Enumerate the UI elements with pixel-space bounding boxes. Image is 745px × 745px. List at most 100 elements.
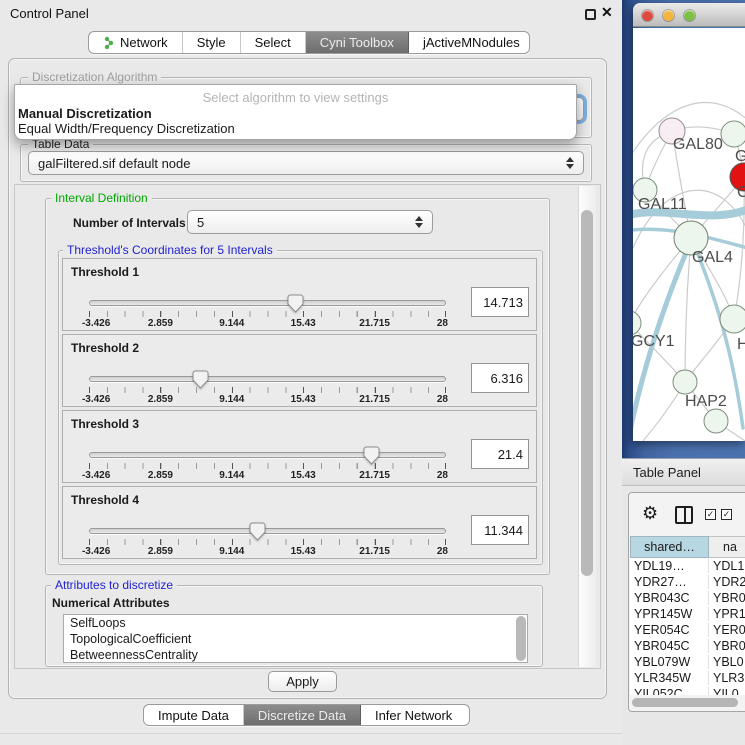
cell[interactable]: YLR3	[709, 671, 745, 685]
cell[interactable]: YPR1	[709, 607, 745, 621]
network-node[interactable]	[721, 121, 745, 147]
network-canvas[interactable]: GAL80 GA C GAL11 GAL4 GCY1 H HAP2	[633, 28, 745, 441]
apply-button[interactable]: Apply	[268, 671, 337, 692]
tick-label: -3.426	[82, 470, 110, 481]
threshold-3-label: Threshold 3	[71, 417, 139, 431]
cell[interactable]: YPR145W	[630, 607, 709, 621]
table-row[interactable]: YIL052CYIL0	[630, 686, 745, 695]
tab-jactivemnodules[interactable]: jActiveMNodules	[409, 32, 530, 53]
close-traffic-light-icon[interactable]	[642, 10, 653, 21]
tick-label: 15.43	[291, 318, 316, 329]
list-scrollbar-thumb[interactable]	[516, 616, 526, 661]
threshold-3-slider[interactable]: -3.426 2.859 9.144 15.43 21.715 28	[89, 447, 446, 483]
slider-ticks	[89, 539, 446, 545]
tick-label: 9.144	[219, 470, 244, 481]
slider-track[interactable]	[89, 376, 446, 382]
split-view-icon[interactable]	[675, 506, 693, 524]
vertical-scrollbar-thumb[interactable]	[581, 210, 593, 576]
slider-track[interactable]	[89, 452, 446, 458]
table-row[interactable]: YBL079WYBL0	[630, 654, 745, 670]
cell[interactable]: YBL079W	[630, 655, 709, 669]
tab-select[interactable]: Select	[241, 32, 306, 53]
cell[interactable]: YBL0	[709, 655, 745, 669]
table-row[interactable]: YDL19…YDL1	[630, 558, 745, 574]
table-row[interactable]: YER054CYER0	[630, 622, 745, 638]
tick-label: 28	[437, 394, 448, 405]
threshold-3-panel: Threshold 3 -3.426 2.859 9.144 15.43 21.…	[62, 410, 537, 483]
slider-ticks	[89, 463, 446, 469]
cell[interactable]: YIL0	[709, 687, 745, 695]
checkbox-icon[interactable]: ✓	[705, 509, 716, 520]
tick-label: 2.859	[148, 546, 173, 557]
tab-style[interactable]: Style	[183, 32, 241, 53]
close-icon[interactable]: ✕	[601, 4, 613, 21]
cell[interactable]: YER054C	[630, 623, 709, 637]
zoom-traffic-light-icon[interactable]	[684, 10, 695, 21]
cell[interactable]: YIL052C	[630, 687, 709, 695]
list-item[interactable]: BetweennessCentrality	[64, 647, 527, 663]
column-header-name[interactable]: na	[709, 536, 745, 558]
threshold-1-value-field[interactable]: 14.713	[471, 287, 529, 317]
table-data-combobox[interactable]: galFiltered.sif default node	[28, 151, 584, 175]
tab-infer-network[interactable]: Infer Network	[361, 705, 466, 725]
tab-jactivemnodules-label: jActiveMNodules	[423, 35, 520, 50]
number-of-intervals-combobox[interactable]: 5	[187, 210, 433, 234]
tab-impute-data-label: Impute Data	[158, 708, 229, 723]
cell[interactable]: YDR27…	[630, 575, 709, 589]
network-node-gcy1[interactable]	[633, 311, 641, 335]
list-item[interactable]: TopologicalCoefficient	[64, 631, 527, 647]
table-row[interactable]: YLR345WYLR3	[630, 670, 745, 686]
cell[interactable]: YER0	[709, 623, 745, 637]
tab-cyni-toolbox[interactable]: Cyni Toolbox	[306, 32, 409, 53]
network-icon	[103, 36, 115, 50]
checkbox-icon[interactable]: ✓	[721, 509, 732, 520]
table-row[interactable]: YPR145WYPR1	[630, 606, 745, 622]
cell[interactable]: YDL19…	[630, 559, 709, 573]
slider-track[interactable]	[89, 528, 446, 534]
table-row[interactable]: YDR27…YDR2	[630, 574, 745, 590]
tick-label: 28	[437, 318, 448, 329]
network-node[interactable]	[704, 409, 728, 433]
tick-label: 2.859	[148, 394, 173, 405]
slider-track[interactable]	[89, 300, 446, 306]
gear-icon[interactable]: ⚙	[642, 503, 658, 524]
threshold-2-slider[interactable]: -3.426 2.859 9.144 15.43 21.715 28	[89, 371, 446, 407]
threshold-2-value-field[interactable]: 6.316	[471, 363, 529, 393]
list-item[interactable]: SelfLoops	[64, 615, 527, 631]
cell[interactable]: YBR045C	[630, 639, 709, 653]
tab-impute-data[interactable]: Impute Data	[144, 705, 244, 725]
tick-label: 15.43	[291, 546, 316, 557]
thresholds-group-title: Threshold's Coordinates for 5 Intervals	[63, 243, 277, 257]
node-label-gal11: GAL11	[638, 196, 687, 214]
popup-option-equal-width[interactable]: Equal Width/Frequency Discretization	[18, 121, 235, 136]
network-node[interactable]	[720, 305, 745, 333]
threshold-1-slider[interactable]: -3.426 2.859 9.144 15.43 21.715 28	[89, 295, 446, 331]
cell[interactable]: YLR345W	[630, 671, 709, 685]
cell[interactable]: YDL1	[709, 559, 745, 573]
threshold-4-value-field[interactable]: 11.344	[471, 515, 529, 545]
cell[interactable]: YBR0	[709, 639, 745, 653]
table-row[interactable]: YBR045CYBR0	[630, 638, 745, 654]
tick-label: 15.43	[291, 470, 316, 481]
threshold-4-panel: Threshold 4 -3.426 2.859 9.144 15.43 21.…	[62, 486, 537, 559]
tab-network[interactable]: Network	[89, 32, 183, 53]
tick-label: 15.43	[291, 394, 316, 405]
cell[interactable]: YBR043C	[630, 591, 709, 605]
tab-discretize-data[interactable]: Discretize Data	[244, 705, 361, 725]
tick-label: 2.859	[148, 470, 173, 481]
float-window-icon[interactable]	[585, 9, 596, 20]
bottom-tab-bar: Impute Data Discretize Data Infer Networ…	[143, 704, 470, 726]
threshold-4-label: Threshold 4	[71, 493, 139, 507]
table-row[interactable]: YBR043CYBR0	[630, 590, 745, 606]
number-of-intervals-value: 5	[197, 215, 204, 230]
column-header-shared[interactable]: shared…	[630, 536, 709, 558]
threshold-4-slider[interactable]: -3.426 2.859 9.144 15.43 21.715 28	[89, 523, 446, 559]
cell[interactable]: YDR2	[709, 575, 745, 589]
cell[interactable]: YBR0	[709, 591, 745, 605]
network-node-hap2[interactable]	[673, 370, 697, 394]
threshold-3-value-field[interactable]: 21.4	[471, 439, 529, 469]
horizontal-scrollbar-thumb[interactable]	[632, 698, 738, 707]
minimize-traffic-light-icon[interactable]	[663, 10, 674, 21]
popup-option-manual[interactable]: Manual Discretization	[18, 106, 152, 121]
network-window-titlebar[interactable]	[633, 3, 745, 27]
